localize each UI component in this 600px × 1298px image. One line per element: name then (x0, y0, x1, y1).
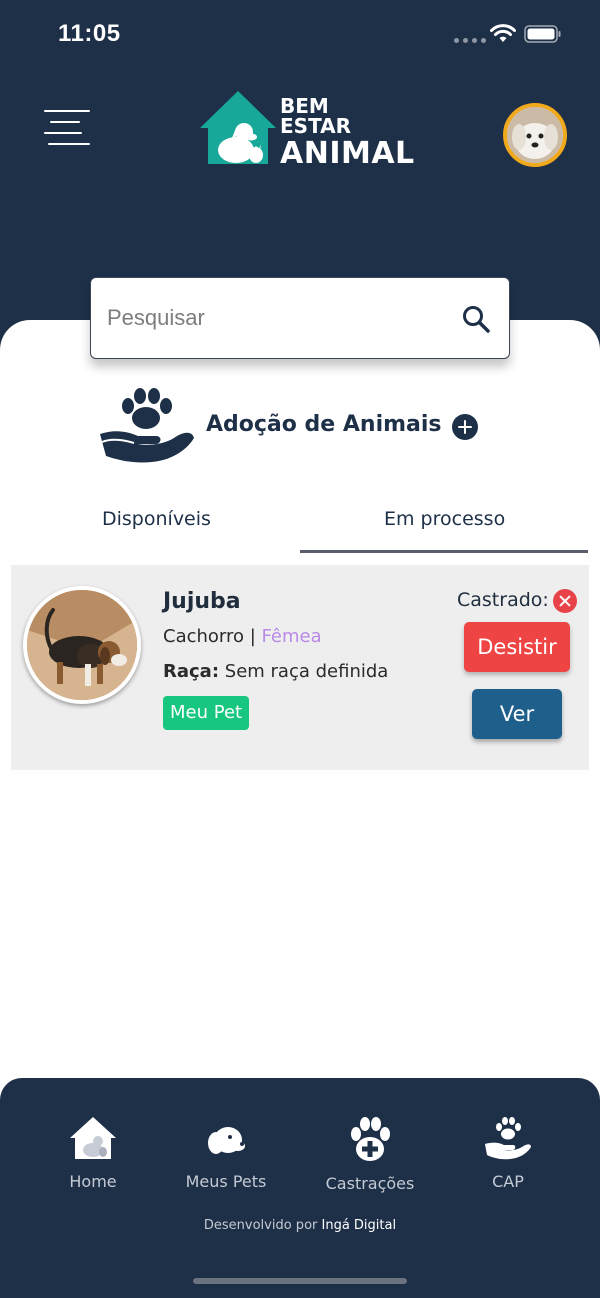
hand-paw-icon (485, 1117, 531, 1160)
pet-species-sex: Cachorro | Fêmea (163, 626, 322, 647)
dog-avatar-image (507, 107, 563, 163)
search-box (90, 277, 510, 359)
breed-label: Raça: (163, 661, 220, 682)
separator: | (244, 626, 262, 647)
dog-photo-image (27, 590, 137, 700)
battery-icon (524, 25, 561, 43)
menu-icon[interactable] (44, 108, 92, 154)
section-title: Adoção de Animais (206, 412, 442, 437)
castrado-label: Castrado: (457, 589, 549, 611)
pet-card: Jujuba Cachorro | Fêmea Raça: Sem raça d… (11, 565, 589, 770)
add-adoption-button[interactable] (452, 414, 478, 440)
breed-value: Sem raça definida (224, 661, 389, 682)
nav-cap-label: CAP (492, 1172, 524, 1191)
logo-text-line3: ANIMAL (280, 136, 415, 171)
meu-pet-badge: Meu Pet (163, 696, 250, 730)
active-tab-indicator (300, 550, 588, 553)
desistir-button[interactable]: Desistir (464, 622, 570, 672)
nav-home-label: Home (69, 1172, 117, 1191)
home-pets-icon (70, 1117, 116, 1159)
pet-name: Jujuba (163, 589, 241, 614)
ver-button[interactable]: Ver (472, 689, 562, 739)
pet-sex: Fêmea (261, 626, 322, 647)
tab-em-processo[interactable]: Em processo (384, 508, 505, 530)
pet-species: Cachorro (163, 626, 245, 647)
wifi-icon (490, 24, 516, 42)
paw-plus-icon (351, 1117, 390, 1161)
signal-icon (454, 38, 486, 43)
credit-company: Ingá Digital (321, 1218, 397, 1233)
credit-prefix: Desenvolvido por (203, 1218, 322, 1233)
not-castrated-icon (553, 589, 577, 613)
home-indicator[interactable] (193, 1278, 407, 1284)
nav-castracoes-label: Castrações (325, 1174, 415, 1193)
house-pets-logo-icon (200, 91, 276, 164)
status-time: 11:05 (58, 20, 121, 47)
search-icon[interactable] (461, 304, 491, 334)
search-input[interactable] (107, 298, 447, 338)
pet-breed: Raça: Sem raça definida (163, 661, 388, 682)
nav-meus-pets[interactable]: Meus Pets (181, 1116, 271, 1191)
bottom-navigation: Home Meus Pets Castrações CAP Desenvolvi… (0, 1078, 600, 1298)
dog-head-icon (208, 1127, 245, 1154)
app-logo: BEM ESTAR ANIMAL (196, 88, 414, 171)
nav-home[interactable]: Home (66, 1116, 120, 1191)
footer-credit: Desenvolvido por Ingá Digital (0, 1218, 600, 1233)
user-avatar[interactable] (503, 103, 567, 167)
tab-disponiveis[interactable]: Disponíveis (102, 508, 211, 530)
hand-paw-icon (100, 388, 194, 463)
nav-meus-pets-label: Meus Pets (185, 1172, 267, 1191)
nav-castracoes[interactable]: Castrações (322, 1116, 418, 1193)
nav-cap[interactable]: CAP (480, 1116, 536, 1191)
logo-text-line2: ESTAR (280, 114, 352, 138)
pet-photo (23, 586, 141, 704)
